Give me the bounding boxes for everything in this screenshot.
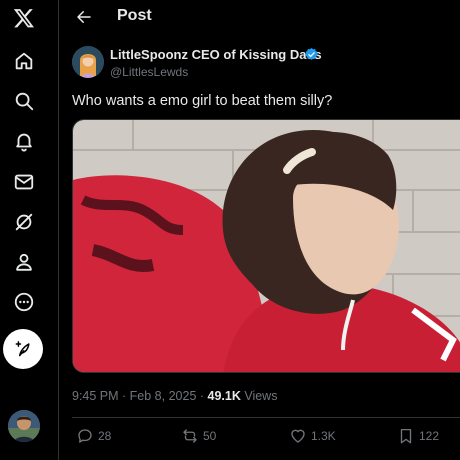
reply-button[interactable]: 28 (76, 426, 111, 446)
account-avatar[interactable] (8, 410, 40, 442)
left-sidebar (0, 0, 48, 460)
grok-icon[interactable] (8, 206, 40, 238)
bookmark-count: 122 (419, 429, 440, 443)
verified-badge-icon (305, 47, 318, 60)
repost-button[interactable]: 50 (181, 426, 216, 446)
person-icon[interactable] (8, 246, 40, 278)
meta-separator: · (196, 389, 208, 403)
tweet-meta: 9:45 PM · Feb 8, 2025 · 49.1K Views (72, 389, 277, 403)
tweet-media-photo[interactable] (72, 119, 460, 373)
repost-icon (183, 429, 197, 443)
back-button[interactable] (71, 4, 97, 30)
sidebar-divider (58, 0, 59, 460)
heart-icon (291, 429, 305, 443)
author-display-name[interactable]: LittleSpoonz CEO of Kissing Dads (110, 47, 322, 62)
author-avatar[interactable] (72, 46, 104, 78)
like-button[interactable]: 1.3K (289, 426, 336, 446)
compose-post-button[interactable] (3, 329, 43, 369)
tweet-date[interactable]: Feb 8, 2025 (130, 389, 197, 403)
bookmark-icon (400, 428, 412, 444)
repost-count: 50 (203, 429, 217, 443)
x-logo-icon[interactable] (8, 2, 40, 34)
back-arrow-icon (77, 11, 91, 23)
like-count: 1.3K (311, 429, 336, 443)
search-icon[interactable] (8, 85, 40, 117)
bookmark-button[interactable]: 122 (397, 426, 439, 446)
actions-divider (72, 417, 460, 418)
home-icon[interactable] (8, 45, 40, 77)
page-header: Post (59, 0, 460, 34)
views-label: Views (244, 389, 278, 403)
tweet-text: Who wants a emo girl to beat them silly? (72, 93, 333, 109)
more-icon[interactable] (8, 286, 40, 318)
bell-icon[interactable] (8, 125, 40, 157)
tweet-time[interactable]: 9:45 PM (72, 389, 119, 403)
page-title: Post (117, 7, 152, 24)
reply-count: 28 (98, 429, 112, 443)
feather-plus-icon (15, 341, 30, 357)
mail-icon[interactable] (8, 166, 40, 198)
reply-icon (78, 429, 92, 443)
meta-separator: · (118, 389, 130, 403)
views-count: 49.1K (207, 389, 241, 403)
author-handle[interactable]: @LittlesLewds (110, 65, 188, 79)
